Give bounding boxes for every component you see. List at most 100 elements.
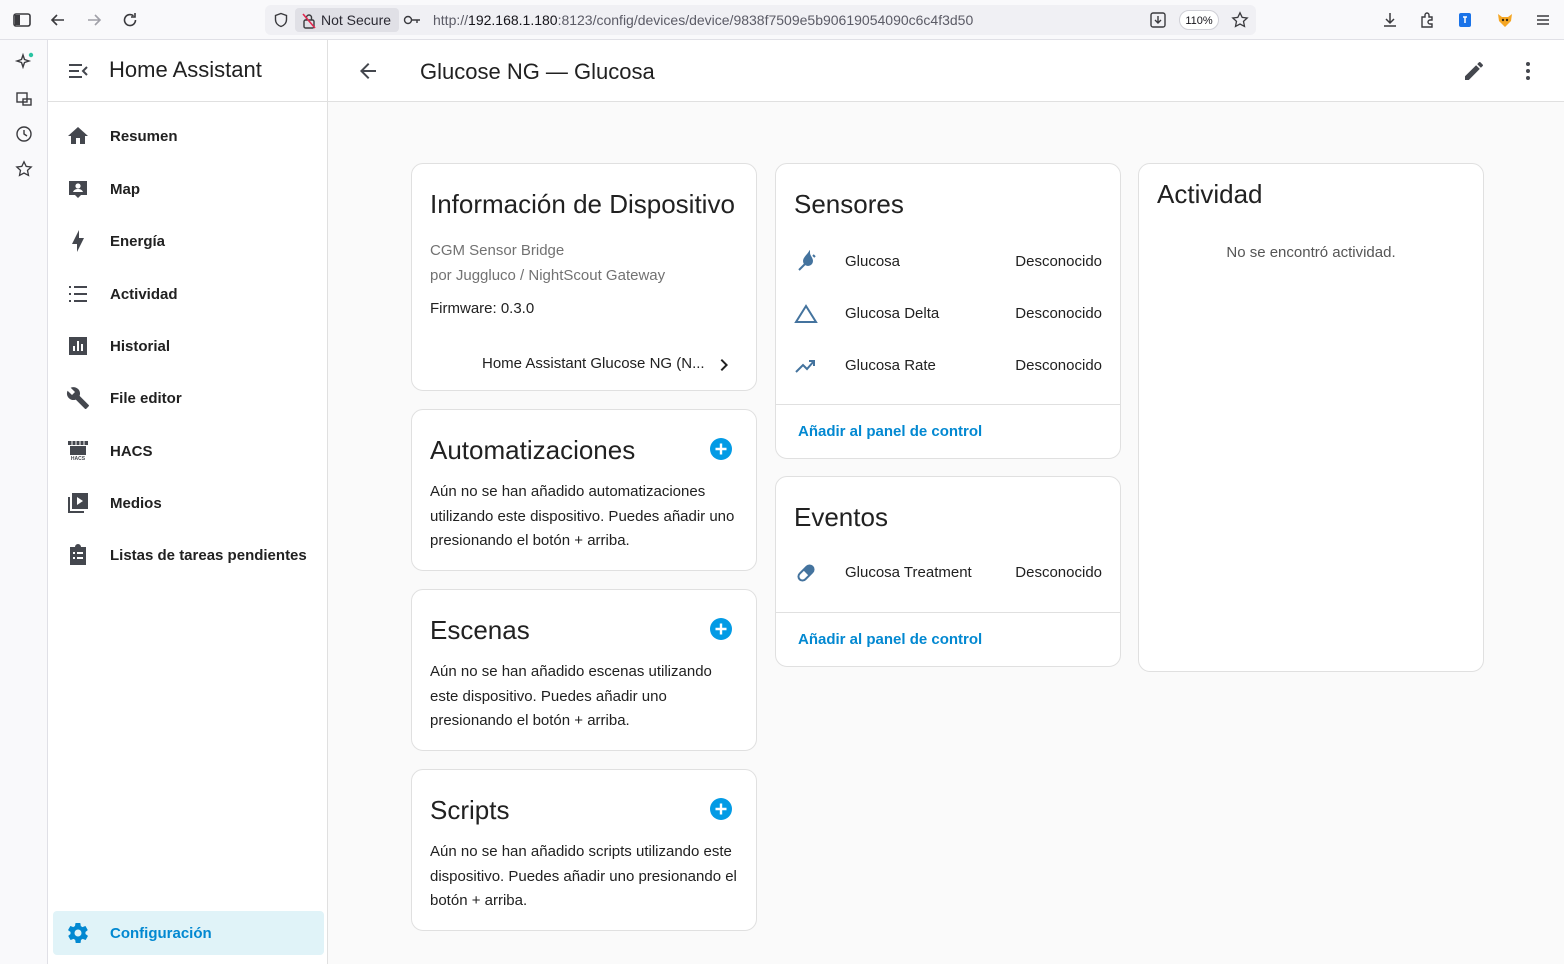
permissions-key-icon[interactable] bbox=[403, 12, 421, 28]
entity-row[interactable]: Glucosa Delta Desconocido bbox=[776, 300, 1120, 328]
bookmark-star-icon[interactable] bbox=[1231, 11, 1249, 29]
sidebar-item-hacs[interactable]: HACS HACS bbox=[48, 429, 328, 473]
save-page-icon[interactable] bbox=[1149, 11, 1167, 29]
sidebar-item-medios[interactable]: Medios bbox=[48, 481, 328, 525]
format-list-icon bbox=[66, 282, 90, 306]
app-toolbar: Glucose NG — Glucosa bbox=[328, 40, 1564, 102]
account-box-icon bbox=[66, 177, 90, 201]
sidebar-item-label: Medios bbox=[110, 494, 162, 512]
hacs-store-icon: HACS bbox=[66, 439, 90, 463]
device-model: CGM Sensor Bridge bbox=[430, 242, 565, 259]
synced-tabs-icon[interactable] bbox=[12, 87, 36, 111]
ai-sparkle-icon[interactable] bbox=[12, 50, 36, 74]
entity-state: Desconocido bbox=[1015, 357, 1102, 374]
fox-extension-icon[interactable] bbox=[1491, 6, 1519, 34]
back-arrow-icon[interactable] bbox=[356, 59, 380, 83]
sidebar-item-actividad[interactable]: Actividad bbox=[48, 272, 328, 316]
events-card: Eventos Glucosa Treatment Desconocido Añ… bbox=[775, 476, 1121, 667]
scenes-title: Escenas bbox=[430, 615, 530, 645]
delta-icon bbox=[794, 302, 818, 326]
sidebar-item-map[interactable]: Map bbox=[48, 167, 328, 211]
downloads-icon[interactable] bbox=[1376, 6, 1404, 34]
add-events-to-dashboard-button[interactable]: Añadir al panel de control bbox=[798, 631, 982, 648]
reload-icon[interactable] bbox=[116, 6, 144, 34]
sidebar-item-energia[interactable]: Energía bbox=[48, 219, 328, 263]
browser-back-icon[interactable] bbox=[44, 6, 72, 34]
device-info-title: Información de Dispositivo bbox=[430, 189, 735, 219]
tracking-shield-icon[interactable] bbox=[273, 12, 289, 28]
sidebar-item-label: Historial bbox=[110, 337, 171, 355]
events-title: Eventos bbox=[794, 502, 888, 532]
url-bar[interactable]: Not Secure http://192.168.1.180:8123/con… bbox=[265, 5, 1256, 35]
add-automation-plus-icon[interactable] bbox=[709, 437, 733, 461]
not-secure-badge[interactable]: Not Secure bbox=[295, 8, 400, 32]
chart-box-icon bbox=[66, 334, 90, 358]
bookmarks-star-icon[interactable] bbox=[12, 157, 36, 181]
sensors-title: Sensores bbox=[794, 189, 904, 219]
pill-icon bbox=[794, 561, 818, 585]
wrench-icon bbox=[66, 386, 90, 410]
sidebar-item-label: File editor bbox=[110, 389, 182, 407]
hacs-icon-text: HACS bbox=[70, 456, 86, 462]
scripts-card: Scripts Aún no se han añadido scripts ut… bbox=[411, 769, 757, 931]
automations-empty-text: Aún no se han añadido automatizaciones u… bbox=[430, 483, 735, 549]
add-scene-plus-icon[interactable] bbox=[709, 617, 733, 641]
sidebar-item-resumen[interactable]: Resumen bbox=[48, 114, 328, 158]
sidebar-toggle-icon[interactable] bbox=[8, 6, 36, 34]
trending-up-icon bbox=[794, 354, 818, 378]
entity-state: Desconocido bbox=[1015, 564, 1102, 581]
extensions-icon[interactable] bbox=[1413, 6, 1441, 34]
entity-name: Glucosa Delta bbox=[845, 305, 940, 322]
browser-forward-icon[interactable] bbox=[80, 6, 108, 34]
activity-card: Actividad No se encontró actividad. bbox=[1138, 163, 1484, 672]
card-divider bbox=[776, 404, 1120, 405]
scenes-card: Escenas Aún no se han añadido escenas ut… bbox=[411, 589, 757, 751]
sensors-card: Sensores Glucosa Desconocido Glucosa Del… bbox=[775, 163, 1121, 459]
zoom-level-badge[interactable]: 110% bbox=[1179, 10, 1219, 30]
add-sensors-to-dashboard-button[interactable]: Añadir al panel de control bbox=[798, 423, 982, 440]
sidebar-item-file-editor[interactable]: File editor bbox=[48, 376, 328, 420]
edit-pencil-icon[interactable] bbox=[1462, 59, 1486, 83]
app-menu-icon[interactable] bbox=[1529, 6, 1557, 34]
sidebar-item-configuracion[interactable]: Configuración bbox=[53, 911, 324, 955]
sidebar-item-historial[interactable]: Historial bbox=[48, 324, 328, 368]
sidebar-item-listas[interactable]: Listas de tareas pendientes bbox=[48, 533, 328, 577]
entity-name: Glucosa Rate bbox=[845, 357, 936, 374]
sidebar-item-label: Map bbox=[110, 180, 140, 198]
history-clock-icon[interactable] bbox=[12, 122, 36, 146]
more-vertical-icon[interactable] bbox=[1516, 59, 1540, 83]
chevron-right-icon bbox=[712, 353, 736, 377]
menu-collapse-icon[interactable] bbox=[66, 59, 90, 83]
play-box-multiple-icon bbox=[66, 491, 90, 515]
sidebar-item-label: Actividad bbox=[110, 285, 178, 303]
scripts-empty-text: Aún no se han añadido scripts utilizando… bbox=[430, 843, 737, 909]
sidebar-item-label: Resumen bbox=[110, 127, 178, 145]
not-secure-label: Not Secure bbox=[321, 12, 392, 28]
automations-title: Automatizaciones bbox=[430, 435, 636, 465]
automations-card: Automatizaciones Aún no se han añadido a… bbox=[411, 409, 757, 571]
cog-icon bbox=[66, 921, 90, 945]
entity-row[interactable]: Glucosa Desconocido bbox=[776, 248, 1120, 276]
entity-name: Glucosa bbox=[845, 253, 901, 270]
home-icon bbox=[66, 124, 90, 148]
card-divider bbox=[776, 612, 1120, 613]
sidebar-item-label: HACS bbox=[110, 442, 153, 460]
water-drop-icon bbox=[794, 249, 818, 274]
entity-row[interactable]: Glucosa Rate Desconocido bbox=[776, 352, 1120, 380]
sidebar-title: Home Assistant bbox=[109, 57, 262, 82]
page-title: Glucose NG — Glucosa bbox=[420, 59, 655, 84]
activity-empty-text: No se encontró actividad. bbox=[1226, 244, 1396, 261]
integration-link[interactable]: Home Assistant Glucose NG (N... bbox=[482, 353, 744, 377]
entity-row[interactable]: Glucosa Treatment Desconocido bbox=[776, 559, 1120, 587]
ha-sidebar: Home Assistant Resumen Map Energía Activ… bbox=[48, 40, 328, 964]
lightning-bolt-icon bbox=[66, 229, 90, 253]
activity-title: Actividad bbox=[1157, 179, 1263, 209]
url-text[interactable]: http://192.168.1.180:8123/config/devices… bbox=[433, 5, 973, 35]
sidebar-header: Home Assistant bbox=[48, 40, 327, 102]
add-script-plus-icon[interactable] bbox=[709, 797, 733, 821]
entity-state: Desconocido bbox=[1015, 253, 1102, 270]
translate-extension-icon[interactable] bbox=[1451, 6, 1479, 34]
device-firmware: Firmware: 0.3.0 bbox=[430, 300, 535, 317]
clipboard-list-icon bbox=[66, 543, 90, 567]
browser-vertical-sidebar bbox=[0, 40, 48, 964]
